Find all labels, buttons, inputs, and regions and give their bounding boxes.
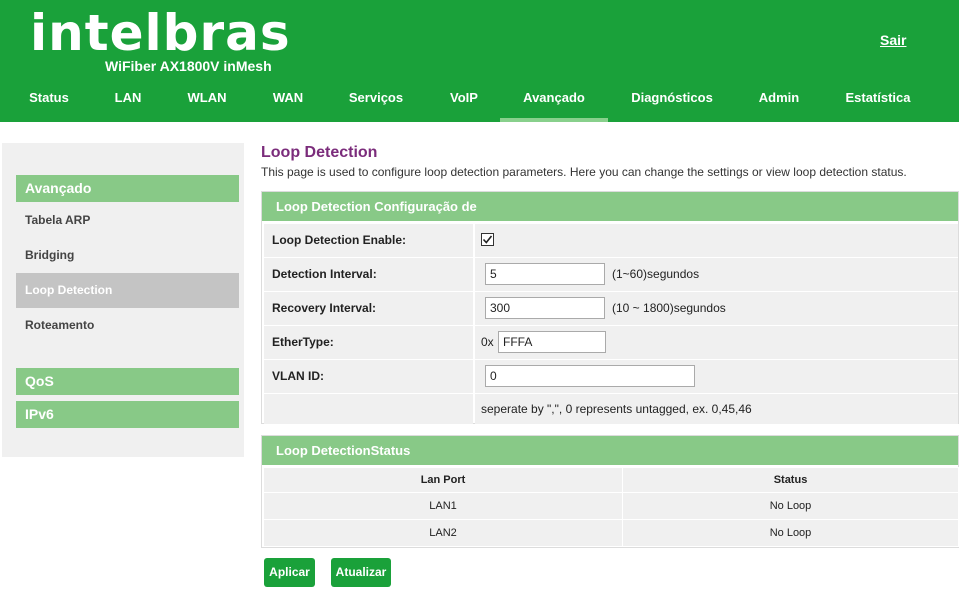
row-vlan-hint: seperate by ",", 0 represents untagged, … (262, 393, 958, 424)
col-status: Status (622, 467, 959, 493)
status-panel: Loop DetectionStatus Lan Port Status LAN… (261, 435, 959, 548)
check-icon (482, 235, 493, 244)
interval-label: Detection Interval: (264, 258, 473, 291)
page-title: Loop Detection (261, 144, 378, 161)
nav-estatistica[interactable]: Estatística (830, 80, 926, 122)
row-interval: Detection Interval: 5 (1~60)segundos (262, 257, 958, 291)
header-bar: intelbras WiFiber AX1800V inMesh Sair St… (0, 0, 959, 122)
vlan-hint: seperate by ",", 0 represents untagged, … (481, 402, 752, 416)
sidebar-item-loop-detection[interactable]: Loop Detection (16, 273, 239, 308)
table-header-row: Lan Port Status (263, 467, 959, 493)
enable-checkbox[interactable] (481, 233, 494, 246)
nav-servicos[interactable]: Serviços (336, 80, 416, 122)
interval-input[interactable]: 5 (485, 263, 605, 285)
row-vlan: VLAN ID: 0 (262, 359, 958, 393)
main-nav: Status LAN WLAN WAN Serviços VoIP Avança… (0, 80, 959, 122)
cell-port: LAN2 (263, 519, 623, 547)
sidebar-section-avancado[interactable]: Avançado (16, 175, 239, 202)
nav-diagnosticos[interactable]: Diagnósticos (620, 80, 724, 122)
nav-wlan[interactable]: WLAN (170, 80, 244, 122)
config-panel: Loop Detection Configuração de Loop Dete… (261, 191, 959, 424)
cell-port: LAN1 (263, 492, 623, 520)
status-panel-header: Loop DetectionStatus (262, 436, 958, 465)
refresh-button[interactable]: Atualizar (331, 558, 391, 587)
apply-button[interactable]: Aplicar (264, 558, 315, 587)
sidebar: Avançado Tabela ARP Bridging Loop Detect… (2, 143, 244, 457)
row-recovery: Recovery Interval: 300 (10 ~ 1800)segund… (262, 291, 958, 325)
cell-status: No Loop (622, 492, 959, 520)
nav-wan[interactable]: WAN (256, 80, 320, 122)
nav-admin[interactable]: Admin (744, 80, 814, 122)
ethertype-label: EtherType: (264, 326, 473, 359)
sidebar-section-qos[interactable]: QoS (16, 368, 239, 395)
sidebar-item-bridging[interactable]: Bridging (16, 238, 239, 273)
recovery-label: Recovery Interval: (264, 292, 473, 325)
recovery-input[interactable]: 300 (485, 297, 605, 319)
row-ethertype: EtherType: 0x FFFA (262, 325, 958, 359)
page-description: This page is used to configure loop dete… (261, 165, 907, 179)
intelbras-logo: intelbras (30, 4, 291, 62)
sidebar-item-tabela-arp[interactable]: Tabela ARP (16, 203, 239, 238)
col-lan-port: Lan Port (263, 467, 623, 493)
nav-status[interactable]: Status (12, 80, 86, 122)
vlan-label: VLAN ID: (264, 360, 473, 393)
recovery-hint: (10 ~ 1800)segundos (612, 301, 726, 315)
row-enable: Loop Detection Enable: (262, 223, 958, 257)
nav-voip[interactable]: VoIP (432, 80, 496, 122)
cell-status: No Loop (622, 519, 959, 547)
config-panel-header: Loop Detection Configuração de (262, 192, 958, 221)
device-model: WiFiber AX1800V inMesh (105, 58, 272, 74)
enable-label: Loop Detection Enable: (264, 224, 473, 257)
interval-hint: (1~60)segundos (612, 267, 700, 281)
table-row: LAN2 No Loop (263, 519, 959, 547)
sidebar-item-roteamento[interactable]: Roteamento (16, 308, 239, 343)
sidebar-section-ipv6[interactable]: IPv6 (16, 401, 239, 428)
vlan-input[interactable]: 0 (485, 365, 695, 387)
table-row: LAN1 No Loop (263, 492, 959, 520)
ethertype-input[interactable]: FFFA (498, 331, 606, 353)
ethertype-prefix: 0x (481, 335, 494, 349)
nav-avancado[interactable]: Avançado (500, 80, 608, 122)
status-table: Lan Port Status LAN1 No Loop LAN2 No Loo… (263, 467, 959, 547)
logout-link[interactable]: Sair (880, 32, 906, 48)
nav-lan[interactable]: LAN (96, 80, 160, 122)
